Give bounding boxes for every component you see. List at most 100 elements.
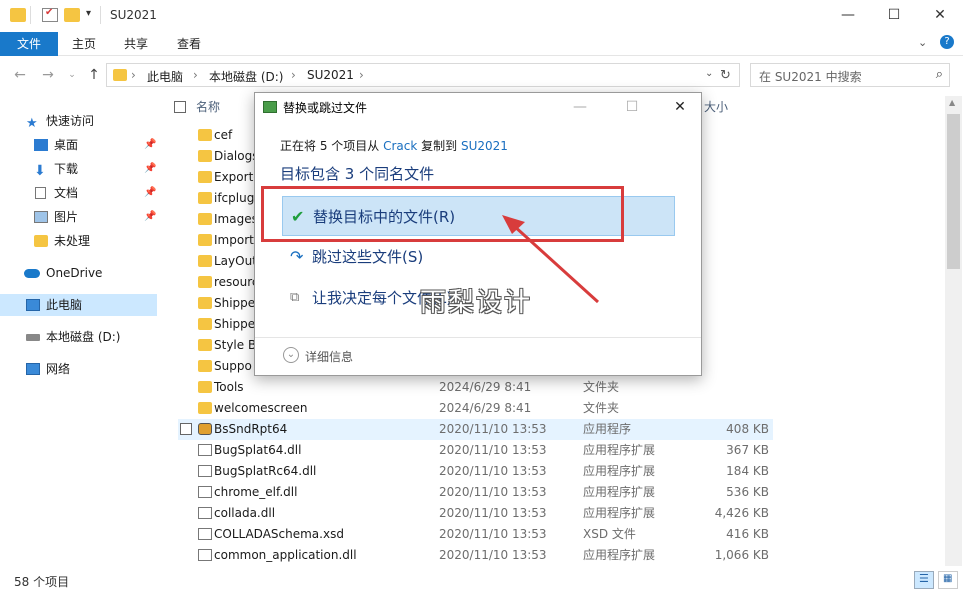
tab-file[interactable]: 文件 [0, 32, 58, 56]
pin-icon[interactable]: 📌 [144, 158, 156, 180]
folder-icon [198, 360, 212, 372]
dll-icon [198, 465, 212, 477]
file-row[interactable]: BugSplat64.dll 2020/11/10 13:53 应用程序扩展 367 … [178, 440, 773, 461]
pin-icon[interactable]: 📌 [144, 206, 156, 228]
sidebar-item-local-disk[interactable]: 本地磁盘 (D:) [0, 326, 157, 348]
dialog-maximize-button[interactable]: ☐ [617, 96, 647, 118]
dialog-title: 替换或跳过文件 [283, 101, 368, 115]
search-icon[interactable]: ⌕ [936, 67, 943, 82]
chevron-right-icon[interactable]: › [193, 68, 198, 82]
folder-icon [198, 129, 212, 141]
search-field[interactable]: 在 SU2021 中搜索 ⌕ [750, 63, 950, 87]
folder-icon [198, 297, 212, 309]
folder-icon [198, 255, 212, 267]
file-size: 4,426 KB [714, 506, 769, 520]
back-button[interactable]: ← [10, 65, 30, 85]
address-field[interactable]: › 此电脑 › 本地磁盘 (D:) › SU2021 › ⌄ [106, 63, 740, 87]
select-all-checkbox[interactable] [174, 101, 186, 113]
desktop-icon [34, 139, 48, 151]
file-name: BugSplatRc64.dll [214, 464, 317, 478]
sidebar-item-desktop[interactable]: 桌面 📌 [0, 134, 157, 156]
dialog-close-button[interactable]: ✕ [665, 96, 695, 118]
maximize-button[interactable]: ☐ [871, 0, 917, 32]
tab-view[interactable]: 查看 [165, 32, 213, 56]
file-row[interactable]: BugSplatRc64.dll 2020/11/10 13:53 应用程序扩展 18… [178, 461, 773, 482]
new-folder-icon[interactable] [64, 8, 80, 22]
sidebar-item-unprocessed[interactable]: 未处理 [0, 230, 157, 252]
dll-icon [198, 507, 212, 519]
row-checkbox[interactable] [180, 423, 192, 435]
copy-icon [263, 101, 277, 113]
sidebar-item-documents[interactable]: 文档 📌 [0, 182, 157, 204]
file-name: collada.dll [214, 506, 276, 520]
forward-button[interactable]: → [38, 65, 58, 85]
sidebar-item-this-pc[interactable]: 此电脑 [0, 294, 157, 316]
help-icon[interactable]: ? [940, 35, 954, 49]
file-row[interactable]: collada.dll 2020/11/10 13:53 应用程序扩展 4,426 K… [178, 503, 773, 524]
breadcrumb-local-disk[interactable]: 本地磁盘 (D:) [209, 68, 283, 85]
sidebar-item-onedrive[interactable]: OneDrive [0, 262, 157, 284]
file-row[interactable]: common_application.dll 2020/11/10 13:53 应用… [178, 545, 773, 566]
folder-icon [198, 213, 212, 225]
file-row[interactable]: chrome_elf.dll 2020/11/10 13:53 应用程序扩展 536 … [178, 482, 773, 503]
copy-progress-text: 正在将 5 个项目从 Crack 复制到 SU2021 [280, 139, 508, 153]
file-name: cef [214, 128, 233, 142]
details-view-button[interactable]: ☰ [914, 571, 934, 589]
pin-icon[interactable]: 📌 [144, 134, 156, 156]
sidebar-item-network[interactable]: 网络 [0, 358, 157, 380]
folder-icon [198, 150, 212, 162]
breadcrumb-this-pc[interactable]: 此电脑 [147, 68, 183, 85]
large-icons-view-button[interactable]: ▦ [938, 571, 958, 589]
scrollbar-thumb[interactable] [947, 114, 960, 269]
file-type: 应用程序扩展 [583, 506, 656, 520]
sidebar-item-quick-access[interactable]: ★ 快速访问 [0, 110, 157, 132]
file-type: 文件夹 [583, 401, 620, 415]
sidebar-item-pictures[interactable]: 图片 📌 [0, 206, 157, 228]
file-row[interactable]: BsSndRpt64 2020/11/10 13:53 应用程序 408 KB [178, 419, 773, 440]
chevron-right-icon[interactable]: › [131, 68, 136, 82]
chevron-right-icon[interactable]: › [291, 68, 296, 82]
dll-icon [198, 444, 212, 456]
dialog-minimize-button[interactable]: — [565, 96, 595, 118]
window-title: SU2021 [110, 8, 157, 22]
pin-icon[interactable]: 📌 [144, 182, 156, 204]
file-row[interactable]: welcomescreen 2024/6/29 8:41 文件夹 [178, 398, 773, 419]
minimize-button[interactable]: — [825, 0, 871, 32]
properties-icon[interactable]: ✔ [42, 7, 58, 22]
file-row[interactable]: COLLADASchema.xsd 2020/11/10 13:53 XSD 文件 4… [178, 524, 773, 545]
chevron-right-icon[interactable]: › [359, 68, 364, 82]
file-row[interactable]: Tools 2024/6/29 8:41 文件夹 [178, 377, 773, 398]
up-button[interactable]: ↑ [84, 65, 104, 85]
file-date: 2020/11/10 13:53 [439, 422, 547, 436]
column-header-name[interactable]: 名称 [196, 96, 220, 118]
file-date: 2020/11/10 13:53 [439, 485, 547, 499]
file-name: Shippe [214, 317, 256, 331]
file-date: 2020/11/10 13:53 [439, 506, 547, 520]
expand-ribbon-icon[interactable]: ⌄ [918, 36, 927, 49]
scroll-up-icon[interactable]: ▲ [949, 98, 955, 107]
folder-icon [198, 318, 212, 330]
computer-icon [26, 299, 40, 311]
vertical-scrollbar[interactable]: ▲ [945, 96, 962, 566]
file-date: 2020/11/10 13:53 [439, 443, 547, 457]
file-size: 408 KB [726, 422, 769, 436]
column-header-size[interactable]: 大小 [704, 96, 728, 118]
tab-share[interactable]: 共享 [112, 32, 160, 56]
destination-folder-link[interactable]: SU2021 [461, 139, 508, 153]
file-name: common_application.dll [214, 548, 357, 562]
file-size: 1,066 KB [714, 548, 769, 562]
close-button[interactable]: ✕ [917, 0, 963, 32]
breadcrumb-su2021[interactable]: SU2021 [307, 68, 354, 82]
dll-icon [198, 486, 212, 498]
source-folder-link[interactable]: Crack [383, 139, 417, 153]
refresh-icon[interactable]: ↻ [720, 68, 731, 83]
sidebar-item-downloads[interactable]: ⬇ 下载 📌 [0, 158, 157, 180]
tab-home[interactable]: 主页 [60, 32, 108, 56]
address-dropdown-icon[interactable]: ⌄ [705, 68, 713, 79]
address-bar: ← → ⌄ ↑ › 此电脑 › 本地磁盘 (D:) › SU2021 › ⌄ ↻… [0, 60, 963, 90]
file-type: XSD 文件 [583, 527, 636, 541]
drive-icon [26, 334, 40, 341]
recent-locations-button[interactable]: ⌄ [62, 65, 82, 85]
skip-files-option[interactable]: ↷ 跳过这些文件(S) [282, 237, 675, 277]
customize-toolbar-icon[interactable]: ▾ [86, 8, 91, 19]
